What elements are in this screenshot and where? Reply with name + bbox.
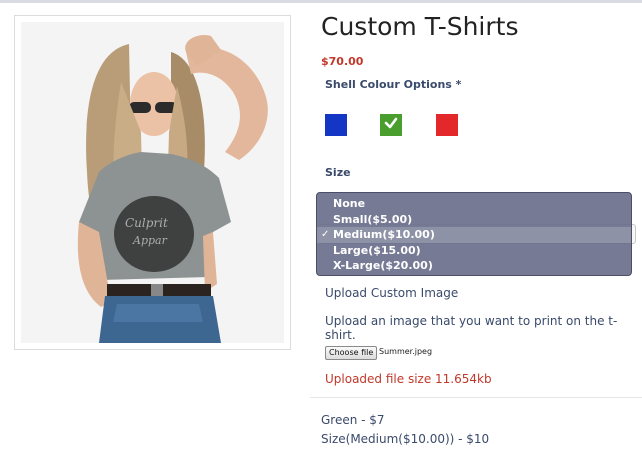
product-title: Custom T-Shirts [321,12,519,41]
selected-file-name: Summer.jpeg [379,347,433,356]
upload-help-text: Upload an image that you want to print o… [325,314,618,342]
upload-label: Upload Custom Image [325,286,459,300]
size-option-none[interactable]: None [317,196,631,212]
size-option-x-large[interactable]: X-Large($20.00) [317,258,631,274]
summary-size-line: Size(Medium($10.00)) - $10 [321,432,490,446]
divider [310,397,642,398]
product-photo: Culprit Appar [21,22,284,343]
size-label: Size [325,166,351,179]
colour-swatch-green[interactable] [380,114,402,136]
svg-text:Culprit: Culprit [125,216,168,230]
check-icon: ✓ [321,229,330,240]
product-price: $70.00 [321,55,364,68]
size-option-large[interactable]: Large($15.00) [317,243,631,259]
uploaded-file-size: Uploaded file size 11.654kb [325,372,492,386]
shell-colour-label: Shell Colour Options * [325,78,462,91]
svg-text:Appar: Appar [132,234,168,247]
summary-colour-line: Green - $7 [321,413,385,427]
top-rule [0,0,642,3]
size-option-medium[interactable]: ✓ Medium($10.00) [317,227,631,243]
checkmark-icon [384,117,398,129]
choose-file-button[interactable]: Choose file [325,346,378,360]
size-option-small[interactable]: Small($5.00) [317,212,631,228]
product-image: Culprit Appar [14,15,291,350]
colour-swatch-red[interactable] [436,114,458,136]
size-dropdown-menu: None Small($5.00) ✓ Medium($10.00) Large… [316,192,632,276]
colour-swatch-blue[interactable] [325,114,347,136]
